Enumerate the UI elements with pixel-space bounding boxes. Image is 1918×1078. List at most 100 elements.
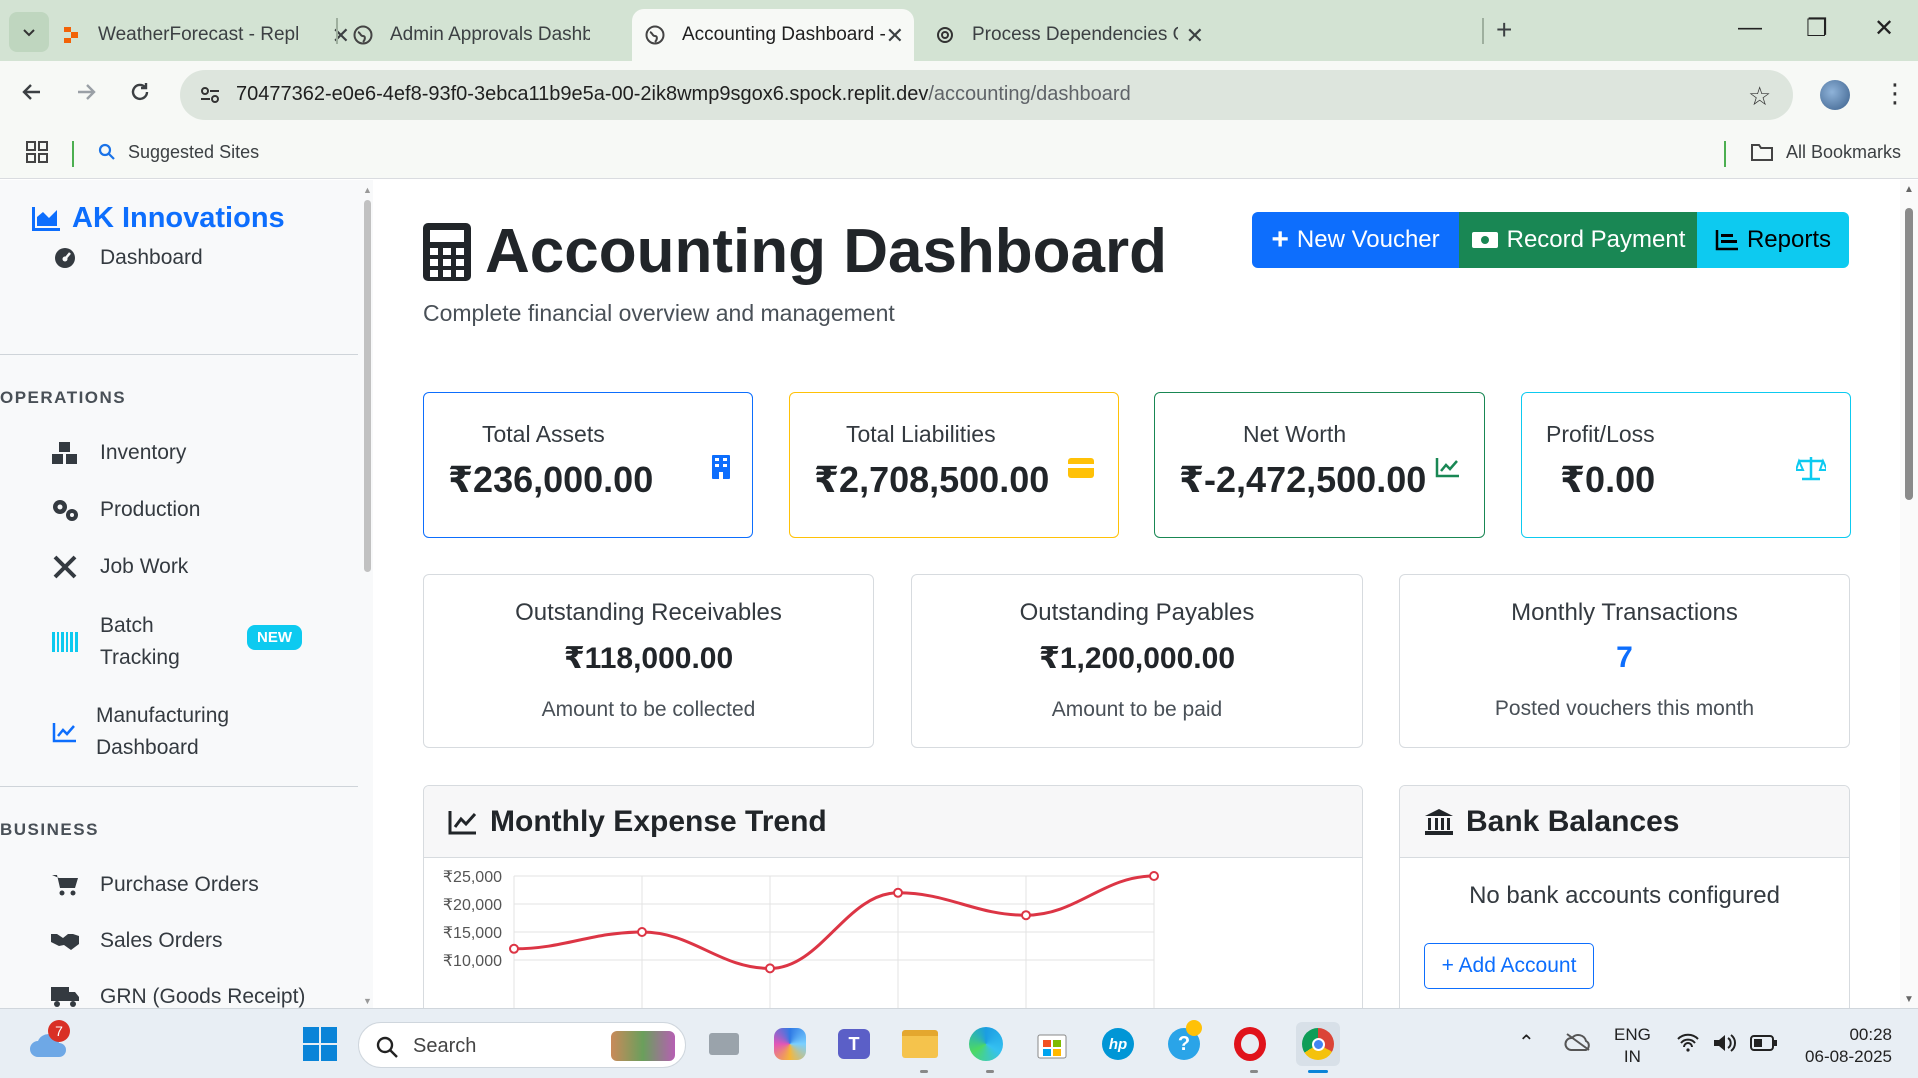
close-tab-icon[interactable]: ✕ (886, 23, 904, 49)
start-button[interactable] (300, 1024, 340, 1064)
sidebar-item-sales-orders[interactable]: Sales Orders (50, 929, 223, 953)
restore-button[interactable]: ❐ (1806, 14, 1828, 43)
data-point (1021, 910, 1031, 921)
clock[interactable]: 00:28 06-08-2025 (1800, 1024, 1892, 1068)
chart-line-icon (1435, 458, 1459, 478)
card-monthly-transactions: Monthly Transactions 7 Posted vouchers t… (1399, 574, 1850, 748)
replit-icon (60, 24, 82, 46)
apps-grid-icon[interactable] (26, 141, 48, 168)
stat-card-net-worth: Net Worth ₹-2,472,500.00 (1154, 392, 1485, 538)
edge-icon[interactable] (966, 1024, 1006, 1064)
calculator-icon (423, 222, 471, 281)
plus-icon: + (1271, 223, 1289, 256)
sidebar-item-purchase-orders[interactable]: Purchase Orders (50, 873, 259, 897)
main-content: Accounting Dashboard Complete financial … (375, 180, 1900, 1008)
building-icon (712, 455, 730, 479)
star-icon[interactable]: ☆ (1748, 81, 1771, 112)
tab-accounting-dashboard[interactable]: Accounting Dashboard - Factory ✕ (632, 9, 914, 61)
stat-card-profit-loss: Profit/Loss ₹0.00 (1521, 392, 1851, 538)
y-tick-label: ₹15,000 (443, 925, 502, 942)
bookmarks-bar: Suggested Sites All Bookmarks (0, 129, 1918, 179)
sidebar-item-grn[interactable]: GRN (Goods Receipt) (50, 985, 305, 1008)
onedrive-icon[interactable] (1564, 1032, 1592, 1057)
file-explorer-icon[interactable] (900, 1024, 940, 1064)
y-tick-label: ₹10,000 (443, 953, 502, 970)
main-scrollbar[interactable]: ▲ ▼ (1900, 180, 1918, 1008)
hp-icon[interactable]: hp (1098, 1024, 1138, 1064)
opera-icon[interactable] (1230, 1024, 1270, 1064)
copilot-icon[interactable] (770, 1024, 810, 1064)
volume-icon[interactable] (1712, 1032, 1738, 1059)
card-outstanding-payables: Outstanding Payables ₹1,200,000.00 Amoun… (911, 574, 1363, 748)
tab-process-dependencies[interactable]: Process Dependencies Overview ✕ (934, 9, 1204, 61)
profile-avatar[interactable] (1820, 80, 1850, 110)
chrome-icon[interactable] (1296, 1022, 1340, 1066)
new-voucher-button[interactable]: + New Voucher (1252, 212, 1459, 268)
tab-weatherforecast[interactable]: WeatherForecast - Replit ✕ (60, 9, 350, 61)
task-view-icon[interactable] (704, 1024, 744, 1064)
battery-icon[interactable] (1750, 1034, 1778, 1057)
sidebar-item-inventory[interactable]: Inventory (50, 441, 186, 465)
barcode-icon (50, 631, 80, 653)
chatgpt-icon (934, 24, 956, 46)
sidebar-item-batch-tracking[interactable]: Batch Tracking (50, 610, 180, 674)
panel-header: Bank Balances (1400, 786, 1849, 858)
balance-scale-icon (1796, 457, 1826, 481)
data-point (765, 963, 775, 974)
windows-icon (303, 1027, 337, 1061)
truck-icon (50, 985, 80, 1008)
back-button[interactable] (20, 80, 44, 111)
forward-button[interactable] (74, 80, 98, 111)
address-bar[interactable]: 70477362-e0e6-4ef8-93f0-3ebca11b9e5a-00-… (180, 70, 1793, 120)
chart-area-icon (32, 206, 60, 231)
credit-card-icon (1068, 458, 1094, 478)
data-point (1149, 871, 1159, 881)
sidebar-item-dashboard[interactable]: Dashboard (50, 246, 203, 270)
teams-icon[interactable]: T (834, 1024, 874, 1064)
close-tab-icon[interactable]: ✕ (332, 23, 350, 49)
arrow-right-icon (78, 84, 96, 100)
sidebar-item-job-work[interactable]: Job Work (50, 554, 188, 580)
all-bookmarks[interactable]: All Bookmarks (1786, 142, 1901, 163)
taskbar-search[interactable]: Search (358, 1022, 686, 1068)
sidebar-item-label: Sales Orders (100, 929, 223, 952)
gears-icon (50, 497, 80, 523)
section-heading-business: BUSINESS (0, 820, 99, 839)
page-title-text: Accounting Dashboard (485, 217, 1168, 286)
tab-title: Accounting Dashboard - Factory (682, 24, 888, 45)
new-tab-button[interactable]: + (1496, 14, 1512, 46)
notification-badge: 7 (48, 1020, 70, 1042)
sidebar-item-label: Dashboard (100, 246, 203, 269)
sidebar-item-manufacturing-dashboard[interactable]: Manufacturing Dashboard (50, 700, 229, 764)
sidebar-item-label: Production (100, 498, 201, 521)
record-payment-button[interactable]: Record Payment (1459, 212, 1697, 268)
wifi-icon[interactable] (1676, 1032, 1700, 1057)
search-icon (98, 143, 116, 166)
close-tab-icon[interactable]: ✕ (1186, 23, 1204, 49)
globe-icon (644, 24, 666, 46)
language-indicator[interactable]: ENG IN (1614, 1024, 1651, 1068)
site-settings-icon[interactable] (198, 83, 222, 112)
add-account-button[interactable]: + Add Account (1424, 943, 1594, 989)
close-window-button[interactable]: ✕ (1874, 14, 1894, 43)
tools-icon (50, 554, 80, 580)
arrow-left-icon (22, 84, 40, 100)
card-outstanding-receivables: Outstanding Receivables ₹118,000.00 Amou… (423, 574, 874, 748)
brand-link[interactable]: AK Innovations (30, 202, 285, 235)
sidebar-scrollbar[interactable]: ▲ ▼ (362, 180, 372, 1008)
tab-admin-approvals[interactable]: Admin Approvals Dashboard ✕ (352, 9, 652, 61)
tab-search-button[interactable] (9, 12, 49, 52)
sidebar-item-label: Batch Tracking (100, 614, 180, 669)
menu-icon[interactable]: ⋮ (1882, 78, 1908, 109)
store-icon[interactable] (1032, 1024, 1072, 1064)
bookmark-suggested-sites[interactable]: Suggested Sites (128, 142, 259, 163)
sidebar-item-production[interactable]: Production (50, 497, 200, 523)
browser-tab-bar: WeatherForecast - Replit ✕ Admin Approva… (0, 0, 1918, 61)
chevron-up-icon[interactable]: ⌃ (1518, 1030, 1535, 1055)
reload-button[interactable] (128, 80, 152, 111)
reports-button[interactable]: Reports (1697, 212, 1849, 268)
minimize-button[interactable]: — (1738, 14, 1762, 42)
chart-line-icon (448, 810, 477, 834)
handshake-icon (50, 930, 80, 952)
chart-bar-icon (1715, 230, 1738, 251)
